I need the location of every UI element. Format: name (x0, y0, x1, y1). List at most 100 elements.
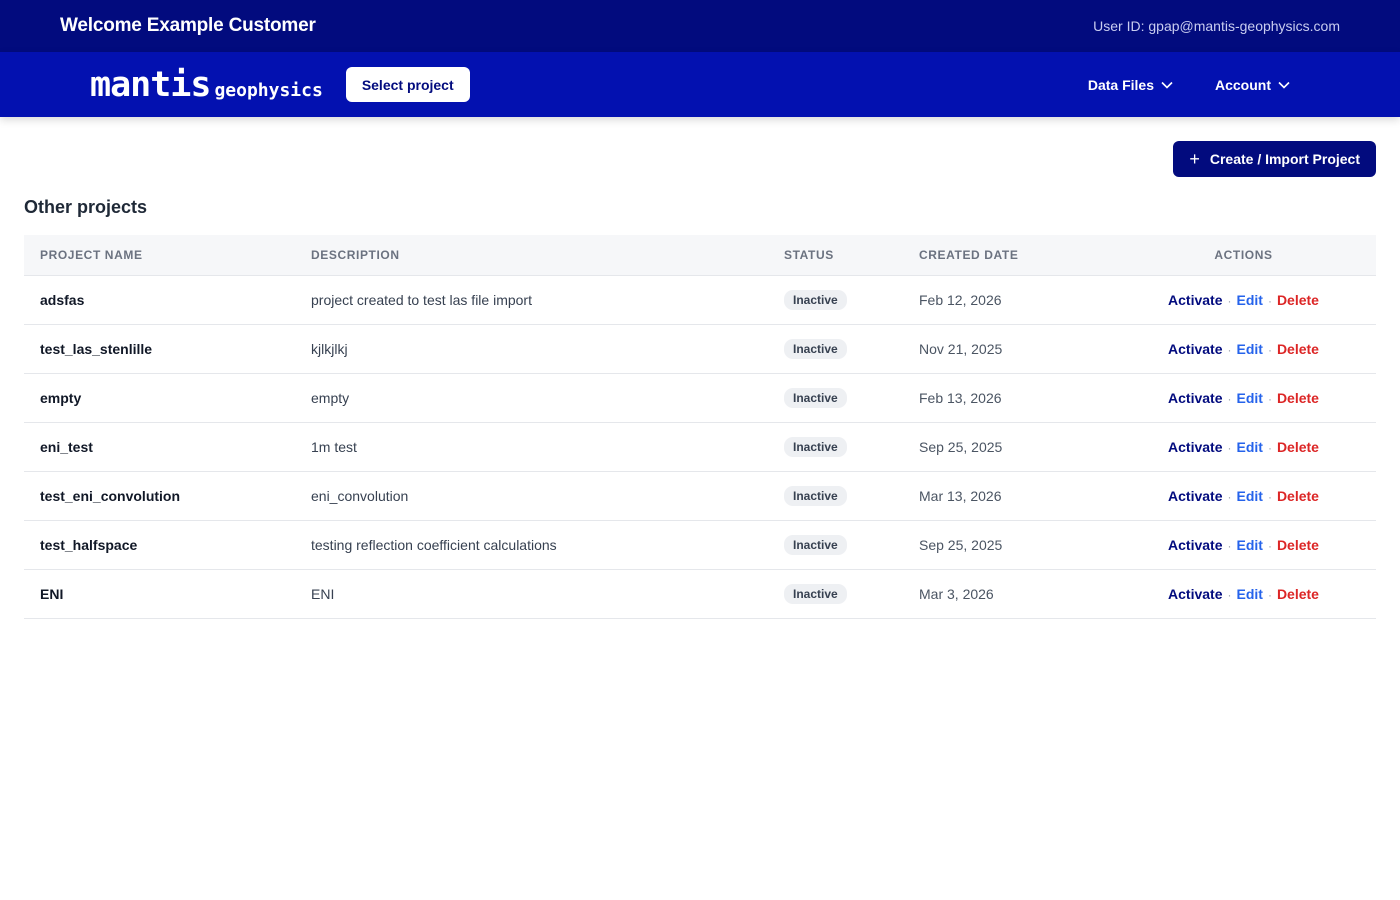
actions-cell: Activate · Edit · Delete (1111, 569, 1376, 619)
project-description: eni_convolution (295, 471, 768, 521)
separator-dot: · (1267, 538, 1272, 553)
chevron-down-icon (1278, 81, 1290, 89)
activate-link[interactable]: Activate (1168, 292, 1222, 308)
status-badge: Inactive (784, 436, 847, 457)
delete-link[interactable]: Delete (1277, 390, 1319, 406)
project-name: test_halfspace (24, 520, 295, 570)
nav-menu: Data Files Account (1088, 77, 1290, 93)
separator-dot: · (1267, 587, 1272, 602)
created-date: Sep 25, 2025 (903, 422, 1111, 472)
main-content: + Create / Import Project Other projects… (0, 117, 1400, 619)
separator-dot: · (1227, 391, 1232, 406)
status-badge: Inactive (784, 583, 847, 604)
status-cell: Inactive (768, 422, 903, 472)
edit-link[interactable]: Edit (1236, 439, 1262, 455)
create-import-project-button[interactable]: + Create / Import Project (1173, 141, 1376, 177)
activate-link[interactable]: Activate (1168, 586, 1222, 602)
separator-dot: · (1227, 587, 1232, 602)
status-badge: Inactive (784, 387, 847, 408)
table-row: empty empty Inactive Feb 13, 2026 Activate · E… (24, 373, 1376, 423)
actions-cell: Activate · Edit · Delete (1111, 471, 1376, 521)
created-date: Sep 25, 2025 (903, 520, 1111, 570)
created-date: Mar 3, 2026 (903, 569, 1111, 619)
actions-cell: Activate · Edit · Delete (1111, 422, 1376, 472)
activate-link[interactable]: Activate (1168, 537, 1222, 553)
separator-dot: · (1267, 293, 1272, 308)
status-badge: Inactive (784, 485, 847, 506)
status-cell: Inactive (768, 324, 903, 374)
status-cell: Inactive (768, 569, 903, 619)
project-name: empty (24, 373, 295, 423)
plus-icon: + (1189, 149, 1200, 169)
column-header-status: STATUS (768, 235, 903, 276)
actions-cell: Activate · Edit · Delete (1111, 324, 1376, 374)
project-description: 1m test (295, 422, 768, 472)
actions-cell: Activate · Edit · Delete (1111, 520, 1376, 570)
project-description: project created to test las file import (295, 275, 768, 325)
status-cell: Inactive (768, 275, 903, 325)
activate-link[interactable]: Activate (1168, 390, 1222, 406)
status-badge: Inactive (784, 289, 847, 310)
status-cell: Inactive (768, 471, 903, 521)
user-id: User ID: gpap@mantis-geophysics.com (1093, 18, 1340, 34)
actions-cell: Activate · Edit · Delete (1111, 275, 1376, 325)
project-description: empty (295, 373, 768, 423)
nav-bar: mantis geophysics Select project Data Fi… (0, 52, 1400, 117)
delete-link[interactable]: Delete (1277, 488, 1319, 504)
column-header-project-name: PROJECT NAME (24, 235, 295, 276)
create-import-project-label: Create / Import Project (1209, 151, 1360, 167)
activate-link[interactable]: Activate (1168, 488, 1222, 504)
project-description: ENI (295, 569, 768, 619)
edit-link[interactable]: Edit (1236, 586, 1262, 602)
separator-dot: · (1267, 391, 1272, 406)
delete-link[interactable]: Delete (1277, 292, 1319, 308)
separator-dot: · (1227, 489, 1232, 504)
actions-cell: Activate · Edit · Delete (1111, 373, 1376, 423)
column-header-created-date: CREATED DATE (903, 235, 1111, 276)
edit-link[interactable]: Edit (1236, 390, 1262, 406)
delete-link[interactable]: Delete (1277, 341, 1319, 357)
table-row: test_eni_convolution eni_convolution Inact… (24, 471, 1376, 521)
activate-link[interactable]: Activate (1168, 439, 1222, 455)
account-menu[interactable]: Account (1215, 77, 1290, 93)
edit-link[interactable]: Edit (1236, 537, 1262, 553)
project-name: eni_test (24, 422, 295, 472)
table-row: test_las_stenlille kjlkjlkj Inactive Nov 21… (24, 324, 1376, 374)
project-name: adsfas (24, 275, 295, 325)
logo-sub-text: geophysics (214, 79, 323, 101)
logo-main-text: mantis (90, 64, 211, 105)
project-name: test_las_stenlille (24, 324, 295, 374)
edit-link[interactable]: Edit (1236, 341, 1262, 357)
logo[interactable]: mantis geophysics (90, 65, 323, 105)
edit-link[interactable]: Edit (1236, 488, 1262, 504)
table-header-row: PROJECT NAME DESCRIPTION STATUS CREATED … (24, 235, 1376, 276)
activate-link[interactable]: Activate (1168, 341, 1222, 357)
status-badge: Inactive (784, 534, 847, 555)
created-date: Nov 21, 2025 (903, 324, 1111, 374)
account-label: Account (1215, 76, 1271, 93)
project-name: test_eni_convolution (24, 471, 295, 521)
delete-link[interactable]: Delete (1277, 586, 1319, 602)
created-date: Feb 13, 2026 (903, 373, 1111, 423)
chevron-down-icon (1161, 81, 1173, 89)
created-date: Mar 13, 2026 (903, 471, 1111, 521)
separator-dot: · (1227, 440, 1232, 455)
column-header-actions: ACTIONS (1111, 235, 1376, 276)
project-name: ENI (24, 569, 295, 619)
table-row: ENI ENI Inactive Mar 3, 2026 Activate · Edit · D… (24, 569, 1376, 619)
welcome-message: Welcome Example Customer (60, 15, 316, 36)
project-description: testing reflection coefficient calculati… (295, 520, 768, 570)
delete-link[interactable]: Delete (1277, 439, 1319, 455)
edit-link[interactable]: Edit (1236, 292, 1262, 308)
separator-dot: · (1267, 489, 1272, 504)
data-files-menu[interactable]: Data Files (1088, 77, 1173, 93)
column-header-description: DESCRIPTION (295, 235, 768, 276)
separator-dot: · (1227, 293, 1232, 308)
delete-link[interactable]: Delete (1277, 537, 1319, 553)
table-row: test_halfspace testing reflection coeffic… (24, 520, 1376, 570)
section-title: Other projects (24, 197, 148, 217)
table-body: adsfas project created to test las file i… (24, 275, 1376, 619)
select-project-button[interactable]: Select project (345, 67, 470, 102)
separator-dot: · (1227, 538, 1232, 553)
separator-dot: · (1267, 440, 1272, 455)
